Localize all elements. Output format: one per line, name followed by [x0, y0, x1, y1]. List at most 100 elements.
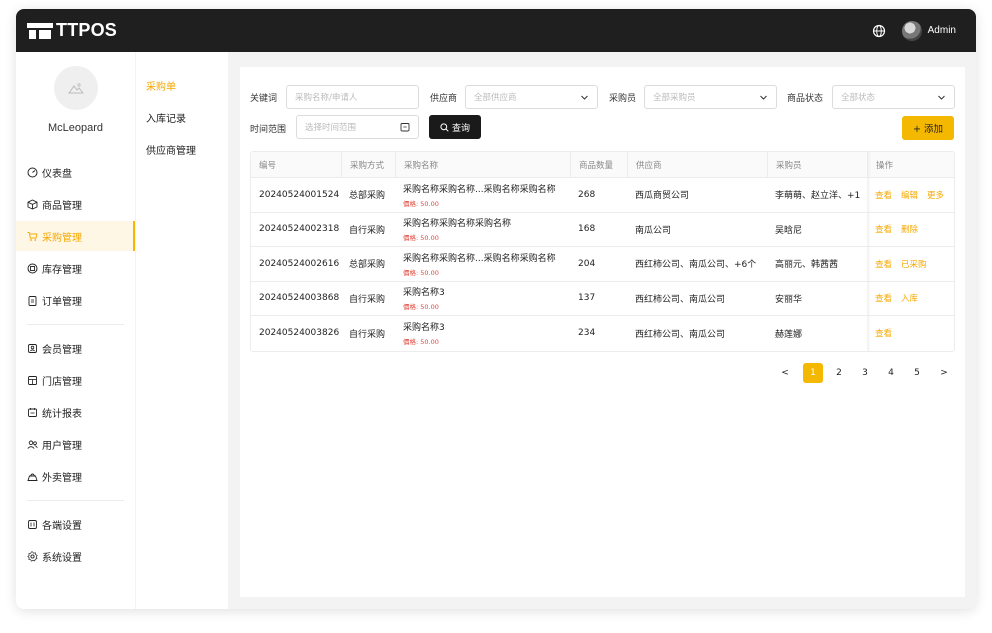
report-icon [28, 407, 37, 417]
row-actions: 查看 删除 [867, 213, 956, 247]
pagination-prev-button[interactable]: < [775, 363, 795, 383]
row-actions: 查看 编辑 更多 [867, 178, 956, 212]
row-id: 20240524001524 [259, 189, 340, 200]
search-icon [440, 122, 449, 132]
pagination-next-button[interactable]: > [934, 363, 954, 383]
row-quantity: 204 [578, 258, 596, 269]
row-name: 采购名称3 [403, 288, 445, 299]
add-button-label: + 添加 [913, 124, 943, 135]
row-buyer: 吴晗尼 [775, 225, 803, 236]
purchase-orders-table: 编号 采购方式 采购名称 商品数量 供应商 采购员 操作 20240524001… [250, 151, 955, 352]
sidebar-divider [27, 500, 124, 501]
pagination-page[interactable]: 3 [855, 363, 875, 383]
row-name: 采购名称采购名称...采购名称采购名称 [403, 184, 556, 195]
column-header-buyer: 采购员 [767, 152, 867, 177]
table-row: 20240524002318 自行采购 采购名称采购名称采购名称 價格: 50.… [251, 212, 956, 247]
row-buyer: 高丽元、韩茜茜 [775, 260, 839, 271]
keyword-input[interactable]: 采购名称/申请人 [286, 85, 419, 109]
sidebar-item-label: 采购管理 [42, 232, 82, 244]
main-content: 关键词 采购名称/申请人 供应商 全部供应商 采购员 全部采购员 商品状态 全部… [240, 67, 965, 597]
sidebar-item-users[interactable]: 用户管理 [16, 429, 135, 459]
calendar-icon [400, 123, 410, 132]
row-price: 價格: 50.00 [403, 338, 439, 347]
settings-icon [27, 550, 38, 562]
status-label: 商品状态 [787, 94, 824, 104]
globe-icon[interactable] [872, 24, 886, 38]
view-link[interactable]: 查看 [875, 327, 892, 339]
column-header-actions: 操作 [867, 152, 956, 177]
buyer-select-value: 全部采购员 [653, 93, 696, 103]
sidebar-item-system-settings[interactable]: 系统设置 [16, 541, 135, 571]
search-button[interactable]: 查询 [429, 115, 481, 139]
row-mode: 自行采购 [349, 329, 386, 340]
sidebar-item-label: 用户管理 [42, 440, 82, 452]
delete-link[interactable]: 删除 [901, 223, 918, 235]
sidebar-item-inventory[interactable]: 库存管理 [16, 253, 135, 283]
logo[interactable]: TTPOS [27, 20, 117, 41]
view-link[interactable]: 查看 [875, 223, 892, 235]
edit-link[interactable]: 编辑 [901, 189, 918, 201]
view-link[interactable]: 查看 [875, 292, 892, 304]
subnav-supplier-management[interactable]: 供应商管理 [146, 142, 196, 157]
status-select[interactable]: 全部状态 [832, 85, 955, 109]
row-buyer: 赫莲娜 [775, 329, 803, 340]
row-name: 采购名称3 [403, 323, 445, 334]
sidebar-item-stores[interactable]: 门店管理 [16, 365, 135, 395]
profile-avatar[interactable] [54, 66, 98, 110]
row-quantity: 168 [578, 224, 596, 235]
column-header-id: 编号 [259, 160, 277, 171]
buyer-select[interactable]: 全部采购员 [644, 85, 777, 109]
status-select-value: 全部状态 [841, 93, 876, 103]
pagination-page[interactable]: 4 [881, 363, 901, 383]
subnav-purchase-orders[interactable]: 采购单 [146, 78, 176, 93]
pagination-page[interactable]: 2 [829, 363, 849, 383]
table-row: 20240524001524 总部采购 采购名称采购名称...采购名称采购名称 … [251, 178, 954, 213]
sidebar-divider [27, 324, 124, 325]
sidebar-item-products[interactable]: 商品管理 [16, 189, 135, 219]
sidebar-item-label: 外卖管理 [42, 472, 82, 484]
time-range-placeholder: 选择时间范围 [305, 123, 357, 133]
add-button[interactable]: + 添加 [902, 116, 954, 140]
users-icon [27, 440, 38, 449]
row-price: 價格: 50.00 [403, 303, 439, 312]
stock-in-link[interactable]: 入库 [901, 292, 918, 304]
view-link[interactable]: 查看 [875, 258, 892, 270]
purchased-link[interactable]: 已采购 [901, 258, 927, 270]
sidebar-item-delivery[interactable]: 外卖管理 [16, 461, 135, 491]
view-link[interactable]: 查看 [875, 189, 892, 201]
row-buyer: 李萌萌、赵立洋、+1 [775, 191, 861, 202]
table-row: 20240524002616 总部采购 采购名称采购名称...采购名称采购名称 … [251, 247, 954, 282]
row-name: 采购名称采购名称...采购名称采购名称 [403, 253, 556, 264]
supplier-label: 供应商 [430, 94, 458, 104]
more-link[interactable]: 更多 [927, 189, 944, 201]
row-actions: 查看 [867, 316, 956, 351]
clipboard-icon [28, 295, 37, 306]
row-price: 價格: 50.00 [403, 234, 439, 243]
buyer-label: 采购员 [609, 94, 637, 104]
sidebar-item-dashboard[interactable]: 仪表盘 [16, 157, 135, 187]
row-actions: 查看 已采购 [867, 247, 956, 281]
supplier-select-value: 全部供应商 [474, 93, 517, 103]
subnav-stock-in-records[interactable]: 入库记录 [146, 110, 186, 125]
row-name-cell: 采购名称3 價格: 50.00 [395, 316, 570, 351]
sidebar-item-members[interactable]: 会员管理 [16, 333, 135, 363]
dashboard-icon [27, 167, 38, 177]
pagination-page[interactable]: 1 [803, 363, 823, 383]
row-quantity: 137 [578, 293, 596, 304]
sidebar-item-purchasing[interactable]: 采购管理 [16, 221, 135, 251]
sidebar-item-label: 仪表盘 [42, 168, 72, 180]
time-range-picker[interactable]: 选择时间范围 [296, 115, 419, 139]
sidebar-item-orders[interactable]: 订单管理 [16, 285, 135, 315]
sidebar-item-label: 统计报表 [42, 408, 82, 420]
devices-icon [28, 519, 37, 529]
supplier-select[interactable]: 全部供应商 [465, 85, 598, 109]
row-mode: 总部采购 [349, 260, 386, 271]
sidebar-item-reports[interactable]: 统计报表 [16, 397, 135, 427]
chevron-down-icon [938, 95, 945, 100]
user-menu-label[interactable]: Admin [928, 25, 956, 36]
pagination-page[interactable]: 5 [907, 363, 927, 383]
member-icon [28, 343, 37, 353]
sidebar-item-device-settings[interactable]: 各端设置 [16, 509, 135, 539]
column-header-quantity: 商品数量 [570, 152, 627, 177]
user-avatar[interactable] [901, 20, 922, 41]
